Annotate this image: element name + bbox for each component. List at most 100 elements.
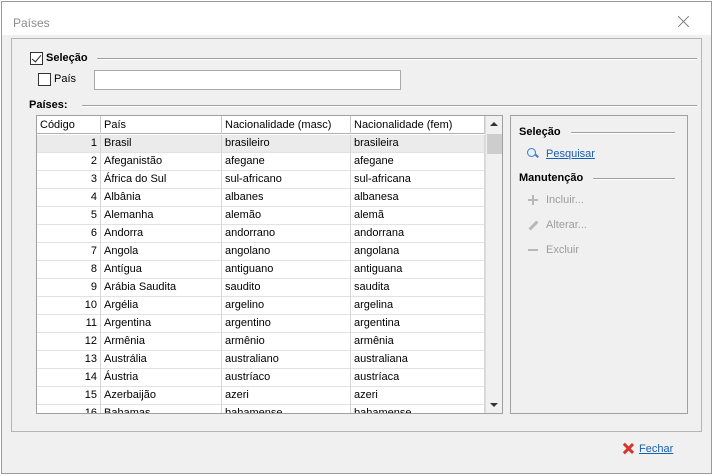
cell-pais: Azerbaijão: [101, 387, 222, 405]
table-row[interactable]: 16 Bahamas bahamense bahamense: [37, 405, 485, 413]
table-row[interactable]: 7 Angola angolano angolana: [37, 243, 485, 261]
table-row[interactable]: 11 Argentina argentino argentina: [37, 315, 485, 333]
table-row[interactable]: 5 Alemanha alemão alemã: [37, 207, 485, 225]
side-selecao-divider: [571, 132, 675, 134]
table-header: Código País Nacionalidade (masc) Naciona…: [37, 116, 485, 134]
cell-codigo: 10: [37, 297, 101, 315]
side-selecao-title: Seleção: [519, 126, 561, 138]
scroll-up-icon[interactable]: [486, 116, 502, 133]
cell-pais: Arábia Saudita: [101, 279, 222, 297]
cell-codigo: 14: [37, 369, 101, 387]
selecao-checkbox[interactable]: [30, 52, 43, 65]
fechar-text: Fechar: [639, 443, 674, 455]
paises-grid-label: Países:: [29, 99, 68, 111]
table-row[interactable]: 13 Austrália australiano australiana: [37, 351, 485, 369]
cell-pais: Albânia: [101, 189, 222, 207]
cell-nacionalidade-fem: argelina: [351, 297, 485, 315]
main-panel: Seleção País Países: Código País Naciona…: [11, 38, 702, 432]
scrollbar-thumb[interactable]: [487, 134, 502, 154]
cell-codigo: 13: [37, 351, 101, 369]
cell-pais: Andorra: [101, 225, 222, 243]
table-row[interactable]: 10 Argélia argelino argelina: [37, 297, 485, 315]
cell-nacionalidade-fem: bahamense: [351, 405, 485, 413]
cell-nacionalidade-fem: saudita: [351, 279, 485, 297]
table-row[interactable]: 14 Áustria austríaco austríaca: [37, 369, 485, 387]
selecao-group-label: Seleção: [46, 52, 88, 64]
cell-nacionalidade-masc: angolano: [222, 243, 351, 261]
side-manutencao-title: Manutenção: [519, 172, 584, 184]
cell-nacionalidade-fem: albanesa: [351, 189, 485, 207]
cell-nacionalidade-masc: australiano: [222, 351, 351, 369]
cell-pais: Argentina: [101, 315, 222, 333]
cell-nacionalidade-masc: saudito: [222, 279, 351, 297]
cell-nacionalidade-masc: armênio: [222, 333, 351, 351]
table-row[interactable]: 6 Andorra andorrano andorrana: [37, 225, 485, 243]
cell-nacionalidade-masc: azeri: [222, 387, 351, 405]
cell-nacionalidade-fem: antiguana: [351, 261, 485, 279]
cell-codigo: 15: [37, 387, 101, 405]
incluir-label: Incluir...: [546, 194, 584, 206]
cell-codigo: 12: [37, 333, 101, 351]
table-row[interactable]: 1 Brasil brasileiro brasileira: [37, 135, 485, 153]
cell-codigo: 2: [37, 153, 101, 171]
cell-nacionalidade-fem: brasileira: [351, 135, 485, 153]
cell-nacionalidade-fem: andorrana: [351, 225, 485, 243]
pesquisar-label: Pesquisar: [546, 146, 595, 162]
column-header-pais[interactable]: País: [101, 116, 222, 134]
cell-codigo: 6: [37, 225, 101, 243]
vertical-scrollbar[interactable]: [485, 116, 502, 413]
close-window-icon[interactable]: [676, 14, 692, 30]
cell-nacionalidade-masc: albanes: [222, 189, 351, 207]
scroll-down-icon[interactable]: [486, 396, 502, 413]
cell-nacionalidade-fem: armênia: [351, 333, 485, 351]
table-row[interactable]: 2 Afeganistão afegane afegane: [37, 153, 485, 171]
cell-nacionalidade-fem: argentina: [351, 315, 485, 333]
paises-divider: [82, 105, 697, 107]
cell-nacionalidade-masc: andorrano: [222, 225, 351, 243]
cell-codigo: 16: [37, 405, 101, 413]
cell-codigo: 8: [37, 261, 101, 279]
paises-window: Países Seleção País Países: Código País …: [1, 1, 712, 474]
cell-pais: Brasil: [101, 135, 222, 153]
pais-checkbox[interactable]: [38, 73, 51, 86]
table-row[interactable]: 9 Arábia Saudita saudito saudita: [37, 279, 485, 297]
cell-codigo: 7: [37, 243, 101, 261]
cell-pais: Áustria: [101, 369, 222, 387]
cell-pais: Antígua: [101, 261, 222, 279]
cell-pais: Armênia: [101, 333, 222, 351]
table-row[interactable]: 12 Armênia armênio armênia: [37, 333, 485, 351]
cell-nacionalidade-masc: argentino: [222, 315, 351, 333]
title-bar: Países: [2, 2, 711, 35]
paises-table[interactable]: Código País Nacionalidade (masc) Naciona…: [36, 115, 503, 414]
table-row[interactable]: 3 África do Sul sul-africano sul-africana: [37, 171, 485, 189]
cell-nacionalidade-fem: angolana: [351, 243, 485, 261]
table-row[interactable]: 8 Antígua antiguano antiguana: [37, 261, 485, 279]
cell-nacionalidade-fem: alemã: [351, 207, 485, 225]
table-row[interactable]: 15 Azerbaijão azeri azeri: [37, 387, 485, 405]
cell-nacionalidade-masc: bahamense: [222, 405, 351, 413]
cell-pais: Bahamas: [101, 405, 222, 413]
pais-input[interactable]: [94, 70, 401, 90]
alterar-label: Alterar...: [546, 219, 587, 231]
column-header-nacionalidade-fem[interactable]: Nacionalidade (fem): [351, 116, 485, 134]
window-title: Países: [13, 16, 50, 30]
cell-codigo: 4: [37, 189, 101, 207]
cell-nacionalidade-masc: austríaco: [222, 369, 351, 387]
pesquisar-text: Pesquisar: [546, 148, 595, 160]
cell-codigo: 3: [37, 171, 101, 189]
column-header-nacionalidade-masc[interactable]: Nacionalidade (masc): [222, 116, 351, 134]
cell-codigo: 9: [37, 279, 101, 297]
column-header-codigo[interactable]: Código: [37, 116, 101, 134]
cell-nacionalidade-fem: austríaca: [351, 369, 485, 387]
pencil-icon: [527, 219, 539, 231]
cell-pais: Angola: [101, 243, 222, 261]
cell-codigo: 5: [37, 207, 101, 225]
cell-pais: Alemanha: [101, 207, 222, 225]
search-icon: [527, 148, 539, 160]
cell-pais: Afeganistão: [101, 153, 222, 171]
cell-nacionalidade-fem: australiana: [351, 351, 485, 369]
table-row[interactable]: 4 Albânia albanes albanesa: [37, 189, 485, 207]
actions-panel: Seleção Pesquisar Manutenção Incluir... …: [510, 115, 688, 414]
minus-icon: [527, 244, 539, 256]
pais-checkbox-label: País: [54, 73, 77, 85]
